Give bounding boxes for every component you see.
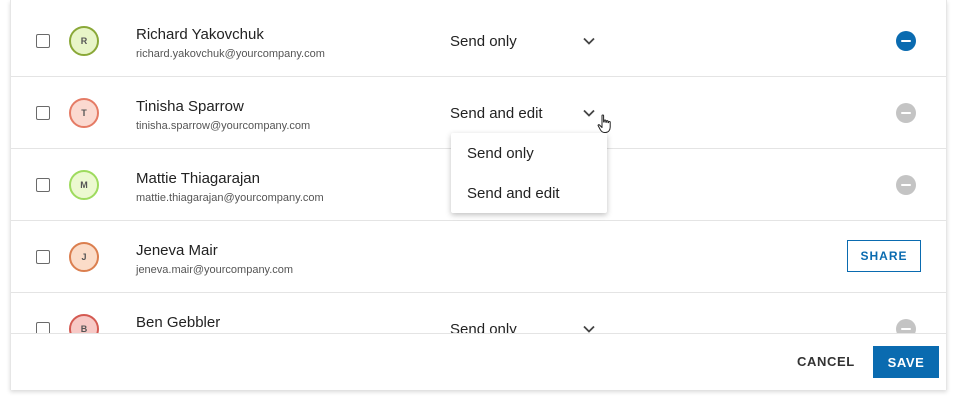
avatar: B <box>69 314 99 333</box>
minus-icon <box>901 111 911 115</box>
list-item: J Jeneva Mair jeneva.mair@yourcompany.co… <box>11 221 946 293</box>
remove-user-button[interactable] <box>896 31 916 51</box>
share-button[interactable]: SHARE <box>847 240 921 272</box>
user-email: tinisha.sparrow@yourcompany.com <box>136 120 311 132</box>
cancel-button[interactable]: CANCEL <box>797 354 855 369</box>
chevron-down-icon[interactable] <box>583 35 595 47</box>
row-checkbox[interactable] <box>36 34 50 48</box>
row-checkbox[interactable] <box>36 250 50 264</box>
list-item: R Richard Yakovchuk richard.yakovchuk@yo… <box>11 5 946 77</box>
minus-icon <box>901 327 911 331</box>
avatar-initial: B <box>80 324 88 333</box>
avatar: J <box>69 242 99 272</box>
permission-dropdown-menu: Send only Send and edit <box>451 133 607 213</box>
user-name: Mattie Thiagarajan <box>136 170 260 187</box>
avatar: M <box>69 170 99 200</box>
user-name: Jeneva Mair <box>136 242 218 259</box>
chevron-down-icon[interactable] <box>583 107 595 119</box>
avatar-initial: R <box>80 36 88 46</box>
row-checkbox[interactable] <box>36 322 50 333</box>
list-item: B Ben Gebbler Send only <box>11 293 946 333</box>
remove-user-button[interactable] <box>896 175 916 195</box>
dropdown-option-send-only[interactable]: Send only <box>467 145 534 162</box>
user-email: jeneva.mair@yourcompany.com <box>136 264 294 276</box>
minus-icon <box>901 183 911 187</box>
avatar-initial: J <box>81 252 87 262</box>
user-email: richard.yakovchuk@yourcompany.com <box>136 48 325 60</box>
user-email: mattie.thiagarajan@yourcompany.com <box>136 192 324 204</box>
avatar-initial: T <box>81 108 87 118</box>
permission-select[interactable]: Send and edit <box>450 105 543 122</box>
row-checkbox[interactable] <box>36 178 50 192</box>
avatar: R <box>69 26 99 56</box>
dialog-footer: CANCEL SAVE <box>11 333 946 390</box>
minus-icon <box>901 39 911 43</box>
save-button[interactable]: SAVE <box>873 346 939 378</box>
avatar: T <box>69 98 99 128</box>
chevron-down-icon[interactable] <box>583 323 595 333</box>
remove-user-button[interactable] <box>896 319 916 333</box>
share-dialog: R Richard Yakovchuk richard.yakovchuk@yo… <box>10 0 947 390</box>
user-name: Tinisha Sparrow <box>136 98 244 115</box>
remove-user-button[interactable] <box>896 103 916 123</box>
permission-select[interactable]: Send only <box>450 33 517 50</box>
permission-select[interactable]: Send only <box>450 321 517 333</box>
user-name: Ben Gebbler <box>136 314 221 331</box>
user-name: Richard Yakovchuk <box>136 26 264 43</box>
row-checkbox[interactable] <box>36 106 50 120</box>
hand-pointer-icon <box>597 114 611 133</box>
avatar-initial: M <box>80 180 88 190</box>
user-list: R Richard Yakovchuk richard.yakovchuk@yo… <box>11 0 946 333</box>
dropdown-option-send-and-edit[interactable]: Send and edit <box>467 185 560 202</box>
